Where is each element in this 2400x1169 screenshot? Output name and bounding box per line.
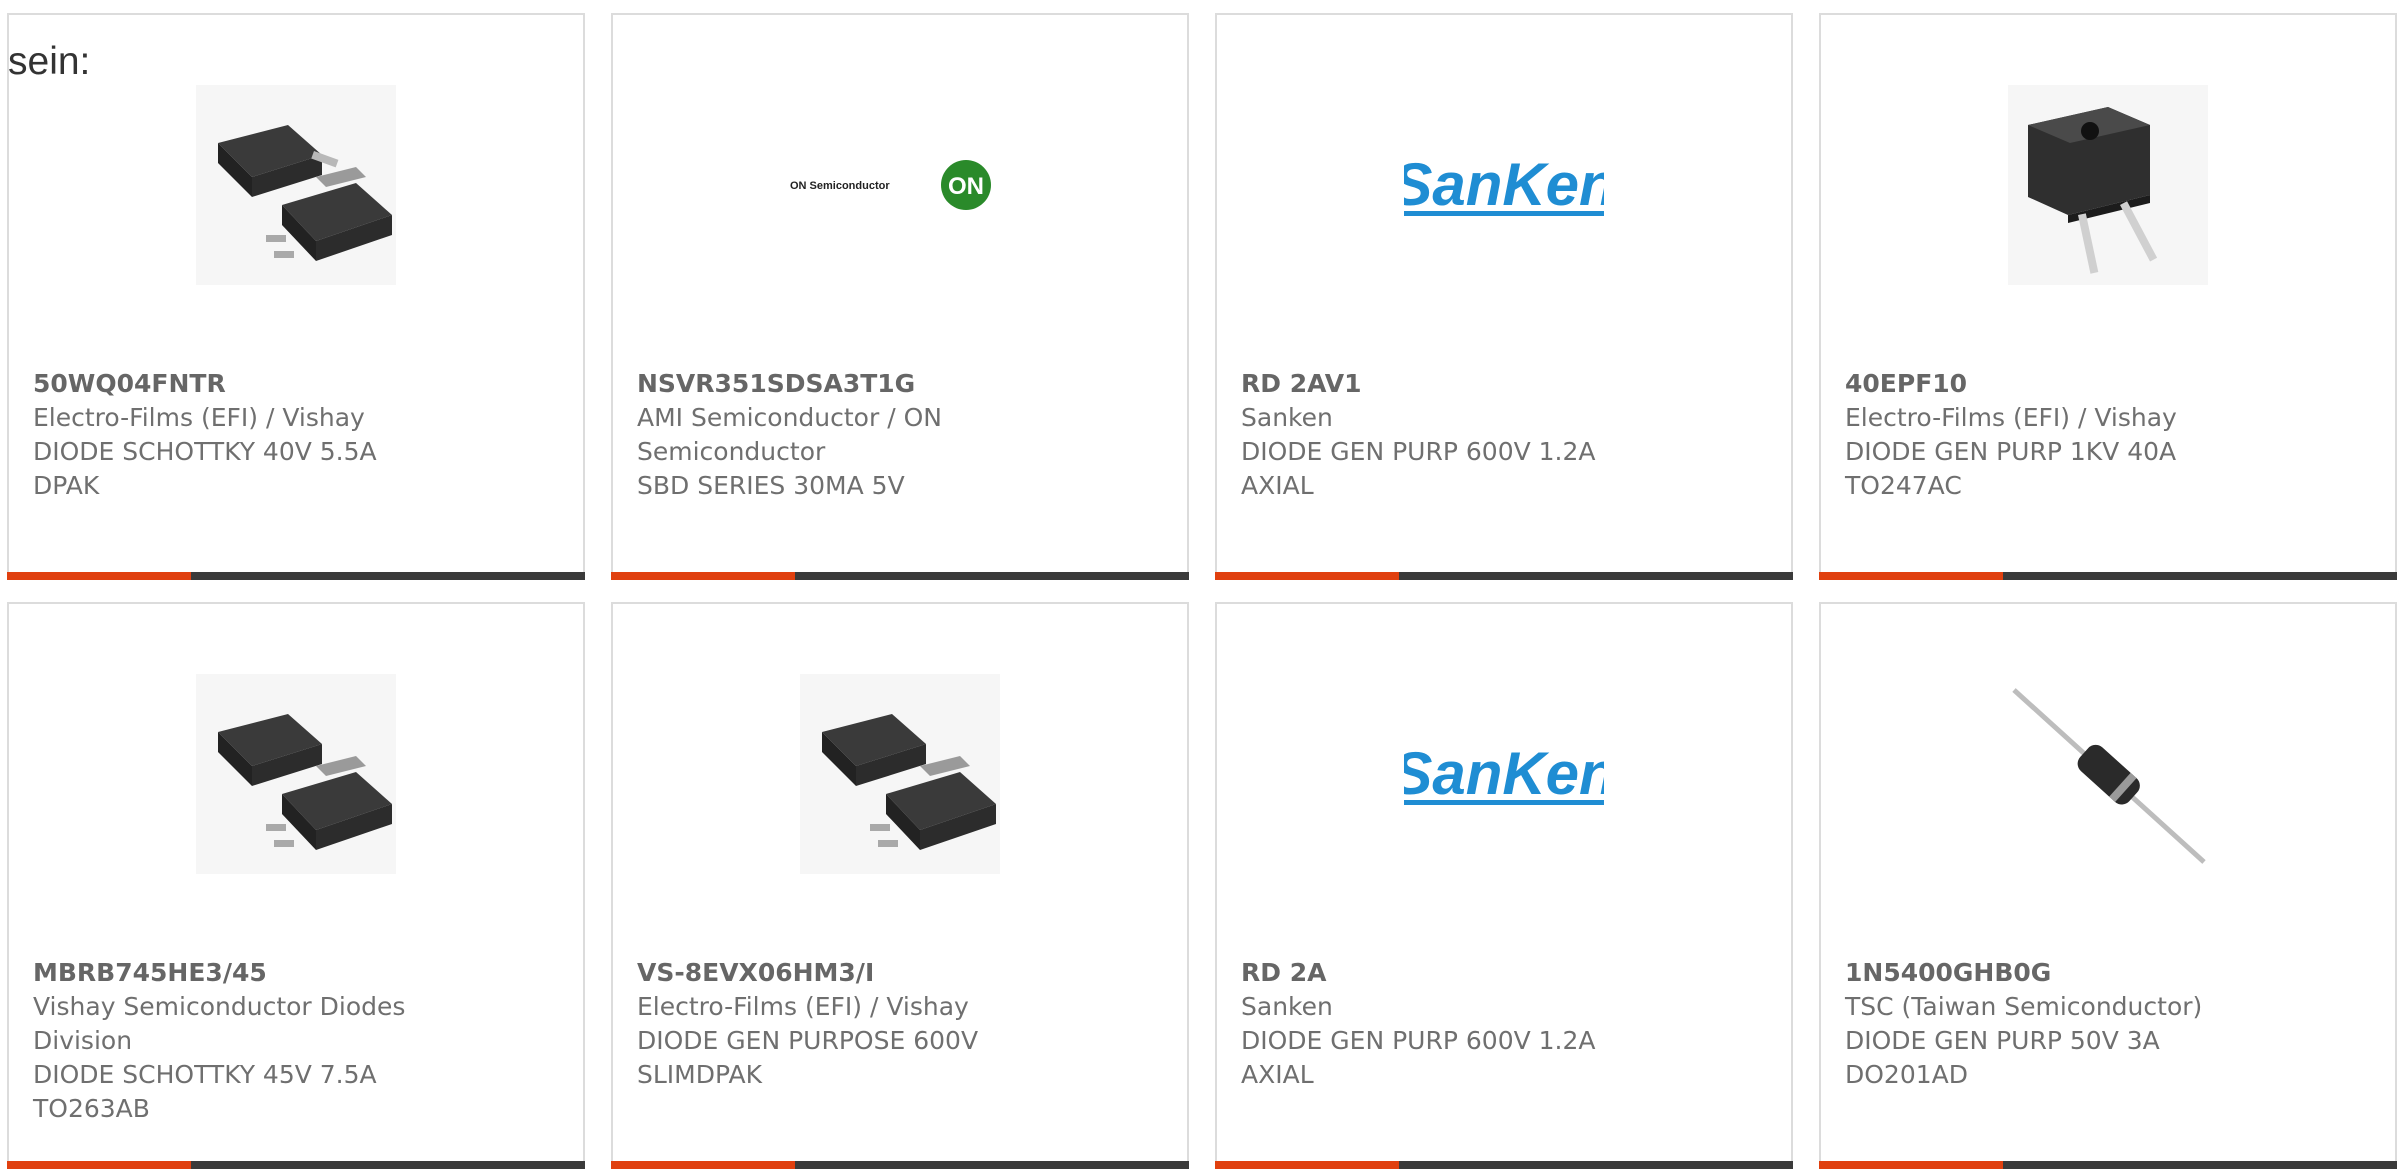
product-card[interactable]: VS-8EVX06HM3/I Electro-Films (EFI) / Vis…	[611, 602, 1189, 1169]
product-image[interactable]: SanKen	[1404, 674, 1604, 874]
card-accent-bar	[1819, 572, 2003, 580]
description: DIODE GEN PURP 50V 3A	[1845, 1026, 2160, 1055]
package: AXIAL	[1241, 1060, 1314, 1089]
description: DIODE GEN PURP 1KV 40A	[1845, 437, 2177, 466]
package: DO201AD	[1845, 1060, 1968, 1089]
package: DPAK	[33, 471, 100, 500]
product-card[interactable]: MBRB745HE3/45 Vishay Semiconductor Diode…	[7, 602, 585, 1169]
card-bottom-bar	[1215, 572, 1793, 580]
part-number-link[interactable]: RD 2AV1	[1241, 367, 1771, 401]
dpak-package-icon	[800, 674, 1000, 874]
part-number-link[interactable]: VS-8EVX06HM3/I	[637, 956, 1167, 990]
card-bottom-bar	[611, 1161, 1189, 1169]
card-bottom-bar	[1215, 1161, 1793, 1169]
manufacturer: AMI Semiconductor / ON	[637, 403, 942, 432]
package: SLIMDPAK	[637, 1060, 762, 1089]
on-logo-badge: ON	[948, 173, 984, 200]
card-accent-bar	[611, 1161, 795, 1169]
part-number-link[interactable]: MBRB745HE3/45	[33, 956, 563, 990]
card-accent-bar	[1215, 1161, 1399, 1169]
manufacturer: Sanken	[1241, 403, 1333, 432]
product-card[interactable]: 50WQ04FNTR Electro-Films (EFI) / Vishay …	[7, 13, 585, 580]
card-bottom-bar	[7, 572, 585, 580]
manufacturer: Electro-Films (EFI) / Vishay	[33, 403, 365, 432]
sanken-logo-text: SanKen	[1404, 153, 1604, 217]
axial-diode-icon	[2012, 688, 2206, 864]
card-bottom-bar	[7, 1161, 585, 1169]
part-number-link[interactable]: 1N5400GHB0G	[1845, 956, 2375, 990]
manufacturer: Electro-Films (EFI) / Vishay	[1845, 403, 2177, 432]
product-info: 40EPF10 Electro-Films (EFI) / Vishay DIO…	[1845, 367, 2375, 503]
intro-text: sein:	[8, 40, 91, 83]
card-accent-bar	[7, 1161, 191, 1169]
product-info: MBRB745HE3/45 Vishay Semiconductor Diode…	[33, 956, 563, 1126]
product-image[interactable]: ON Semiconductor ON	[790, 85, 1010, 285]
manufacturer: Vishay Semiconductor Diodes	[33, 992, 406, 1021]
to247-package-icon	[2008, 85, 2208, 285]
product-image[interactable]	[800, 674, 1000, 874]
card-bottom-bar	[1819, 572, 2397, 580]
card-accent-bar	[1215, 572, 1399, 580]
manufacturer-continued: Semiconductor	[637, 437, 826, 466]
package: AXIAL	[1241, 471, 1314, 500]
manufacturer: Sanken	[1241, 992, 1333, 1021]
description: DIODE GEN PURP 600V 1.2A	[1241, 437, 1596, 466]
part-number-link[interactable]: RD 2A	[1241, 956, 1771, 990]
product-info: VS-8EVX06HM3/I Electro-Films (EFI) / Vis…	[637, 956, 1167, 1092]
product-image[interactable]	[196, 674, 396, 874]
description: DIODE SCHOTTKY 45V 7.5A	[33, 1060, 377, 1089]
manufacturer-continued: Division	[33, 1026, 133, 1055]
description: DIODE GEN PURP 600V 1.2A	[1241, 1026, 1596, 1055]
manufacturer: TSC (Taiwan Semiconductor)	[1845, 992, 2203, 1021]
sanken-logo-text: SanKen	[1404, 742, 1604, 806]
on-logo-text: ON Semiconductor	[790, 180, 890, 192]
product-card[interactable]: ON Semiconductor ON NSVR351SDSA3T1G AMI …	[611, 13, 1189, 580]
product-info: 1N5400GHB0G TSC (Taiwan Semiconductor) D…	[1845, 956, 2375, 1092]
package: TO263AB	[33, 1094, 150, 1123]
product-image[interactable]	[2008, 674, 2208, 874]
product-info: RD 2A Sanken DIODE GEN PURP 600V 1.2A AX…	[1241, 956, 1771, 1092]
product-card[interactable]: 40EPF10 Electro-Films (EFI) / Vishay DIO…	[1819, 13, 2397, 580]
card-bottom-bar	[611, 572, 1189, 580]
card-accent-bar	[1819, 1161, 2003, 1169]
description: DIODE GEN PURPOSE 600V	[637, 1026, 979, 1055]
description: SBD SERIES 30MA 5V	[637, 471, 905, 500]
product-card[interactable]: 1N5400GHB0G TSC (Taiwan Semiconductor) D…	[1819, 602, 2397, 1169]
product-card[interactable]: SanKen RD 2A Sanken DIODE GEN PURP 600V …	[1215, 602, 1793, 1169]
part-number-link[interactable]: NSVR351SDSA3T1G	[637, 367, 1167, 401]
dpak-package-icon	[196, 674, 396, 874]
on-semiconductor-logo: ON Semiconductor ON	[790, 160, 991, 210]
sanken-logo: SanKen	[1404, 742, 1604, 806]
part-number-link[interactable]: 50WQ04FNTR	[33, 367, 563, 401]
product-info: NSVR351SDSA3T1G AMI Semiconductor / ON S…	[637, 367, 1167, 503]
product-info: 50WQ04FNTR Electro-Films (EFI) / Vishay …	[33, 367, 563, 503]
description: DIODE SCHOTTKY 40V 5.5A	[33, 437, 377, 466]
product-image[interactable]: SanKen	[1404, 85, 1604, 285]
product-card[interactable]: SanKen RD 2AV1 Sanken DIODE GEN PURP 600…	[1215, 13, 1793, 580]
sanken-logo: SanKen	[1404, 153, 1604, 217]
product-image[interactable]	[2008, 85, 2208, 285]
manufacturer: Electro-Films (EFI) / Vishay	[637, 992, 969, 1021]
card-accent-bar	[7, 572, 191, 580]
dpak-package-icon	[196, 85, 396, 285]
card-accent-bar	[611, 572, 795, 580]
product-image[interactable]	[196, 85, 396, 285]
part-number-link[interactable]: 40EPF10	[1845, 367, 2375, 401]
card-bottom-bar	[1819, 1161, 2397, 1169]
product-info: RD 2AV1 Sanken DIODE GEN PURP 600V 1.2A …	[1241, 367, 1771, 503]
package: TO247AC	[1845, 471, 1962, 500]
